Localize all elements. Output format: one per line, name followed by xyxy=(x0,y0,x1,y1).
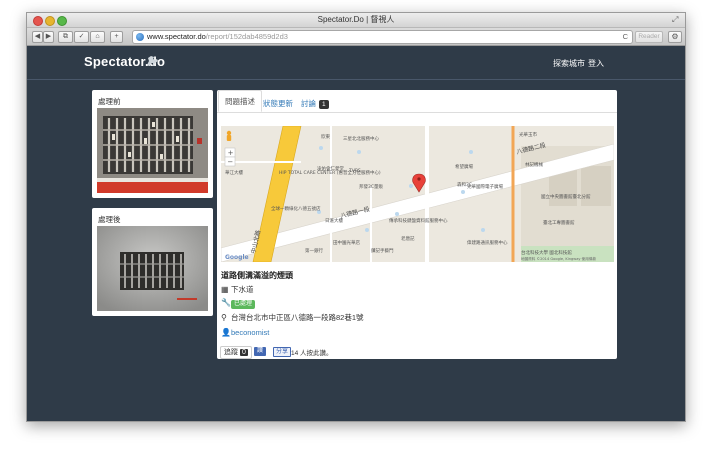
report-tabs: 問題描述 狀態更新 討論 1 xyxy=(217,90,617,113)
reader-button[interactable]: Reader xyxy=(635,31,663,43)
nav-login[interactable]: 登入 xyxy=(588,58,604,69)
report-detail-card: 問題描述 狀態更新 討論 1 欣東 三星北北服務中心 TVBS 華江大樓 HIP… xyxy=(217,90,617,359)
map-label-xiyang: 希望廣場 xyxy=(455,163,473,170)
like-count-text: 14 人按此讚。 xyxy=(291,350,333,357)
map-label-bluestar: 邦發3C量販 xyxy=(359,183,384,190)
tab-description[interactable]: 問題描述 xyxy=(218,90,262,112)
show-tabs-button[interactable]: ⧉ xyxy=(58,31,73,43)
fullscreen-icon[interactable]: ⤢ xyxy=(672,15,681,24)
map-label-senhe: 森和3C xyxy=(457,181,472,188)
map-label-lingyi: 凌佑會仁愛堂 xyxy=(317,165,344,172)
address-bar[interactable]: www.spectator.do/report/152dab4859d2d3 C xyxy=(132,30,633,44)
map-label-weilong: 偉建路通訊服務中心 xyxy=(467,239,508,246)
map-label-yiyin: 第一銀行 xyxy=(305,247,323,254)
location-map[interactable]: 欣東 三星北北服務中心 TVBS 華江大樓 HIP TOTAL CARE CEN… xyxy=(221,126,614,262)
map-label-yuanji: 鑽記手藝門 xyxy=(371,247,394,254)
issue-address: 台灣台北市中正區八德路一段路82巷1號 xyxy=(231,313,364,322)
page-content: Spectator.do 探索城市 登入 處理前 處理後 問題描述 狀態更新 討… xyxy=(27,46,685,421)
before-label: 處理前 xyxy=(98,97,121,106)
site-navbar: Spectator.do 探索城市 登入 xyxy=(27,46,685,80)
map-label-linji: 林記機械 xyxy=(525,161,543,168)
window-title: Spectator.Do | 督視人 xyxy=(317,15,395,24)
follow-count: 0 xyxy=(240,349,248,356)
browser-window: Spectator.Do | 督視人 ⤢ ◀ ▶ ⧉ ✓ ⌂ + www.spe… xyxy=(26,12,686,422)
follow-button[interactable]: 追蹤 0 xyxy=(220,346,252,359)
dinosaur-icon xyxy=(145,55,159,70)
map-label-guoli: 國立中央圖書館臺北分館 xyxy=(541,193,591,200)
discussion-count-badge: 1 xyxy=(319,100,329,109)
map-label-huaji: 華江大樓 xyxy=(225,169,243,176)
tab-status-updates[interactable]: 狀態更新 xyxy=(263,98,293,109)
forward-button[interactable]: ▶ xyxy=(43,31,54,43)
map-label-three-star: 三星北北服務中心 xyxy=(343,135,379,142)
browser-toolbar: ◀ ▶ ⧉ ✓ ⌂ + www.spectator.do/report/152d… xyxy=(27,28,685,46)
issue-category: 下水道 xyxy=(231,285,254,294)
map-label-guangbri: 光華玉市 xyxy=(519,131,537,138)
home-button[interactable]: ⌂ xyxy=(90,31,105,43)
reload-icon[interactable]: C xyxy=(623,31,628,43)
nav-explore-cities[interactable]: 探索城市 xyxy=(553,58,585,69)
google-logo: Google xyxy=(225,254,249,261)
map-label-ntut: 台北科技大學 國北科技館 xyxy=(521,249,572,256)
status-badge: 已處理 xyxy=(231,300,256,309)
map-label-laotang: 老唐記 xyxy=(401,235,415,242)
globe-icon xyxy=(136,33,144,41)
after-photo[interactable] xyxy=(97,226,208,311)
map-marker-small-icon: ⚲ xyxy=(221,313,227,322)
user-icon: 👤 xyxy=(221,328,231,337)
issue-category-row: ▦ 下水道 xyxy=(221,284,254,295)
wrench-icon: 🔧 xyxy=(221,298,231,307)
url-domain: www.spectator.do xyxy=(147,32,206,41)
grid-icon: ▦ xyxy=(221,285,229,294)
issue-address-row: ⚲ 台灣台北市中正區八德路一段路82巷1號 xyxy=(221,312,364,323)
issue-title: 道路側溝滿溢的煙頭 xyxy=(221,271,293,280)
gear-icon[interactable]: ⚙ xyxy=(668,31,682,43)
add-bookmark-button[interactable]: + xyxy=(110,31,123,43)
map-zoom-in-label: + xyxy=(228,149,234,157)
map-copyright: 地圖資料 ©2014 Google, Kingway 使用條款 xyxy=(521,256,596,261)
tab-discussion-label: 討論 xyxy=(301,99,316,108)
map-label-taipei-eng: 臺北工專圖書館 xyxy=(543,219,575,226)
street-view-pegman-icon[interactable] xyxy=(226,130,232,141)
map-label-chuanyun: 傳承科技鍵盤資料館服務中心 xyxy=(389,217,448,224)
title-bar: Spectator.Do | 督視人 ⤢ xyxy=(27,13,685,28)
after-photo-card: 處理後 xyxy=(92,208,213,316)
after-label: 處理後 xyxy=(98,215,121,224)
tab-discussion[interactable]: 討論 1 xyxy=(301,98,329,109)
map-label-guanghua-mall: 光華國際電子廣場 xyxy=(467,183,503,190)
issue-user-row: 👤beconomist xyxy=(221,328,269,337)
map-zoom-out-label: − xyxy=(227,158,233,166)
bookmark-check-button[interactable]: ✓ xyxy=(74,31,89,43)
issue-status-row: 🔧 已處理 xyxy=(221,298,256,309)
before-photo-card: 處理前 xyxy=(92,90,213,198)
reporter-username-link[interactable]: beconomist xyxy=(231,328,269,337)
back-button[interactable]: ◀ xyxy=(32,31,43,43)
url-path: /report/152dab4859d2d3 xyxy=(205,32,288,41)
follow-label: 追蹤 xyxy=(224,349,238,356)
facebook-like-button[interactable]: 讚 xyxy=(254,347,267,356)
before-photo[interactable] xyxy=(97,108,208,193)
facebook-share-button[interactable]: 分享 xyxy=(273,347,292,357)
map-label-zhongxin: 全球一顆綠化八德五號店 xyxy=(271,205,321,212)
map-label-xindong: 欣東 xyxy=(321,133,330,140)
map-label-tienzhong: 田中園光華店 xyxy=(333,239,360,246)
